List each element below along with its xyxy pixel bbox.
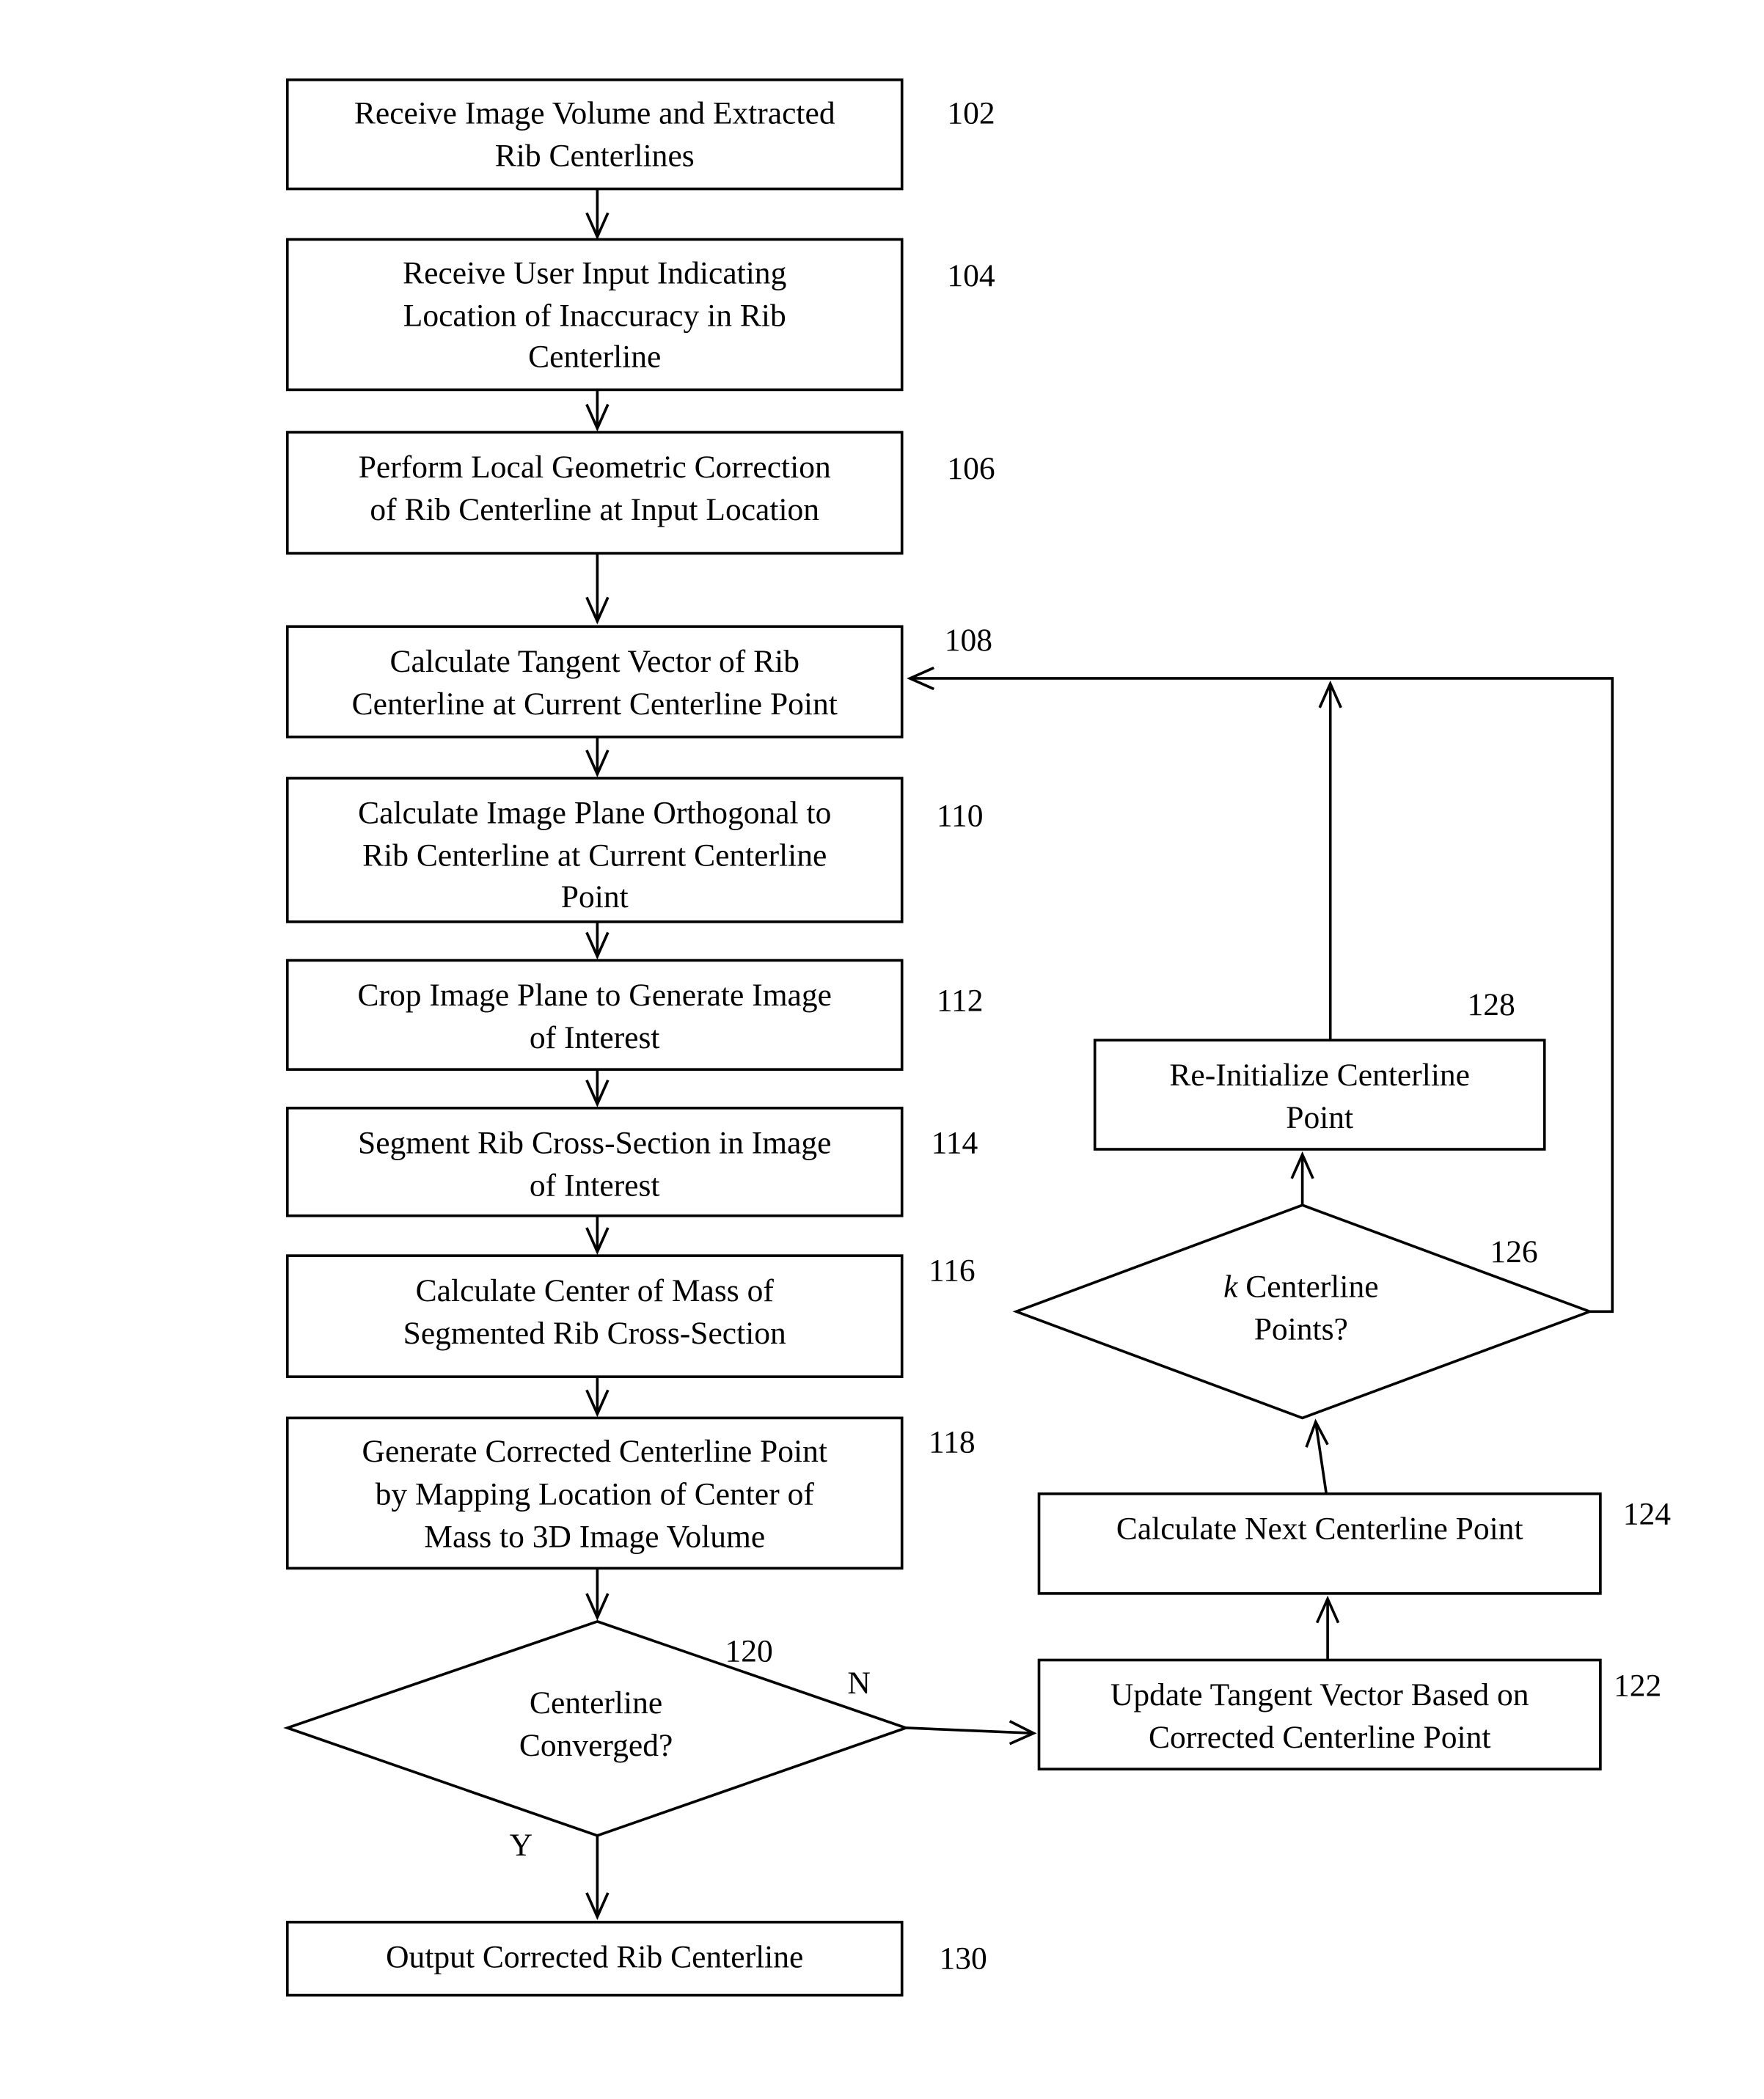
step-116-line-2: Segmented Rib Cross-Section: [403, 1316, 786, 1351]
step-118: Generate Corrected Centerline Point by M…: [285, 1416, 976, 1570]
ref-126: 126: [1490, 1234, 1537, 1270]
ref-124: 124: [1623, 1496, 1672, 1531]
decision-120-line-1: Centerline: [530, 1685, 662, 1721]
step-106-line-1: Perform Local Geometric Correction: [359, 450, 831, 485]
step-108-line-2: Centerline at Current Centerline Point: [352, 686, 838, 722]
decision-120: Centerline Converged? 120 N Y: [283, 1619, 910, 1863]
step-128-line-2: Point: [1286, 1100, 1353, 1135]
decision-120-line-2: Converged?: [519, 1728, 673, 1763]
step-112: Crop Image Plane to Generate Image of In…: [285, 959, 984, 1072]
decision-126-text: Centerline: [1237, 1269, 1378, 1304]
k-variable: k: [1223, 1269, 1238, 1304]
step-116: Calculate Center of Mass of Segmented Ri…: [285, 1253, 976, 1378]
step-110: Calculate Image Plane Orthogonal to Rib …: [285, 777, 984, 923]
step-118-line-3: Mass to 3D Image Volume: [424, 1519, 765, 1554]
step-104-line-2: Location of Inaccuracy in Rib: [403, 298, 786, 333]
step-116-line-1: Calculate Center of Mass of: [416, 1273, 775, 1308]
step-108-line-1: Calculate Tangent Vector of Rib: [390, 644, 799, 679]
step-130-line-1: Output Corrected Rib Centerline: [386, 1939, 803, 1974]
step-102-line-2: Rib Centerlines: [495, 139, 695, 174]
step-104: Receive User Input Indicating Location o…: [285, 238, 995, 392]
step-106: Perform Local Geometric Correction of Ri…: [285, 431, 995, 555]
step-104-line-3: Centerline: [528, 340, 661, 375]
step-110-line-1: Calculate Image Plane Orthogonal to: [358, 796, 831, 831]
step-128-line-1: Re-Initialize Centerline: [1169, 1058, 1470, 1093]
step-118-line-2: by Mapping Location of Center of: [376, 1476, 815, 1512]
ref-104: 104: [947, 258, 995, 293]
ref-106: 106: [947, 451, 995, 486]
step-124-line-1: Calculate Next Centerline Point: [1116, 1511, 1523, 1546]
step-110-line-3: Point: [561, 879, 629, 915]
decision-126-line-2: Points?: [1254, 1311, 1348, 1347]
decision-126: k Centerline Points? 126: [1012, 1204, 1594, 1420]
ref-116: 116: [929, 1253, 976, 1289]
step-128: Re-Initialize Centerline Point 128: [1093, 987, 1546, 1151]
step-114-line-1: Segment Rib Cross-Section in Image: [358, 1125, 831, 1160]
step-122-line-1: Update Tangent Vector Based on: [1110, 1677, 1529, 1712]
step-114-line-2: of Interest: [530, 1168, 660, 1204]
step-114: Segment Rib Cross-Section in Image of In…: [285, 1106, 978, 1217]
step-112-line-2: of Interest: [530, 1020, 660, 1055]
step-112-line-1: Crop Image Plane to Generate Image: [358, 978, 832, 1013]
step-122: Update Tangent Vector Based on Corrected…: [1037, 1658, 1661, 1771]
yes-label: Y: [510, 1828, 533, 1863]
ref-102: 102: [947, 96, 995, 131]
step-104-line-1: Receive User Input Indicating: [403, 255, 786, 290]
ref-122: 122: [1614, 1668, 1661, 1703]
step-108: Calculate Tangent Vector of Rib Centerli…: [285, 623, 992, 739]
step-102-line-1: Receive Image Volume and Extracted: [354, 96, 835, 131]
arrow-120-122: [906, 1726, 1033, 1735]
step-118-line-1: Generate Corrected Centerline Point: [362, 1434, 827, 1469]
ref-120: 120: [725, 1633, 772, 1668]
flowchart: Receive Image Volume and Extracted Rib C…: [283, 78, 1672, 1997]
step-106-line-2: of Rib Centerline at Input Location: [370, 492, 819, 527]
ref-114: 114: [932, 1125, 978, 1160]
step-130: Output Corrected Rib Centerline 130: [285, 1920, 987, 1997]
ref-112: 112: [937, 983, 984, 1018]
step-102: Receive Image Volume and Extracted Rib C…: [285, 78, 995, 191]
step-110-line-2: Rib Centerline at Current Centerline: [362, 838, 827, 873]
ref-130: 130: [939, 1941, 987, 1976]
ref-128: 128: [1468, 987, 1515, 1022]
ref-108: 108: [945, 623, 992, 658]
decision-126-line-1: k Centerline: [1223, 1269, 1378, 1304]
no-label: N: [847, 1666, 870, 1701]
ref-110: 110: [937, 798, 984, 833]
step-122-line-2: Corrected Centerline Point: [1149, 1720, 1490, 1755]
step-124: Calculate Next Centerline Point 124: [1037, 1492, 1672, 1595]
ref-118: 118: [929, 1425, 976, 1460]
